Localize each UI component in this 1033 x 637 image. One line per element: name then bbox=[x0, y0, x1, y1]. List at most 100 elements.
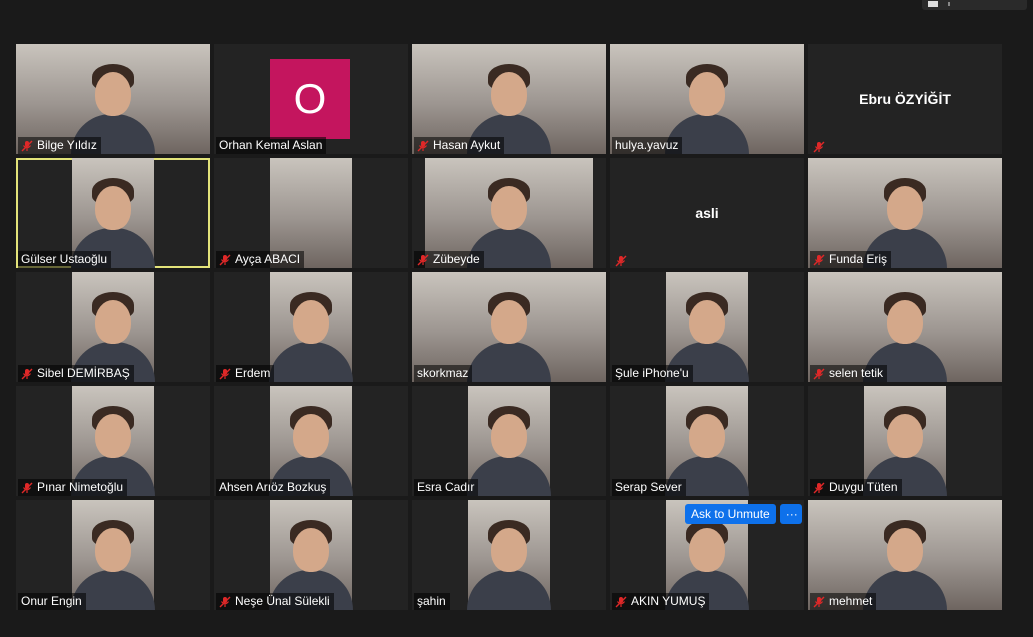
participant-tile[interactable]: Pınar Nimetoğlu bbox=[16, 386, 210, 496]
participant-tile[interactable]: selen tetik bbox=[808, 272, 1002, 382]
participant-name-label: mehmet bbox=[810, 593, 877, 610]
participant-tile[interactable]: Onur Engin bbox=[16, 500, 210, 610]
muted-microphone-icon bbox=[21, 140, 33, 152]
ask-to-unmute-button[interactable]: Ask to Unmute bbox=[685, 504, 776, 524]
participant-name: Sibel DEMİRBAŞ bbox=[37, 366, 130, 380]
person-head bbox=[689, 528, 725, 572]
participant-name-label: Esra Cadır bbox=[414, 479, 479, 496]
participant-name: Ayça ABACI bbox=[235, 252, 301, 266]
person-head bbox=[887, 186, 923, 230]
video-feed bbox=[467, 386, 551, 496]
participant-name-label: Bilge Yıldız bbox=[18, 137, 101, 154]
center-display-name: Ebru ÖZYİĞİT bbox=[859, 91, 951, 107]
participant-name: Funda Eriş bbox=[829, 252, 888, 266]
participant-name-label: Şule iPhone'u bbox=[612, 365, 693, 382]
participant-tile[interactable]: Duygu Tüten bbox=[808, 386, 1002, 496]
participant-name-label: selen tetik bbox=[810, 365, 888, 382]
participant-name-label: Orhan Kemal Aslan bbox=[216, 137, 327, 154]
participant-name: Erdem bbox=[235, 366, 271, 380]
participant-name: Serap Sever bbox=[615, 480, 682, 494]
divider bbox=[948, 2, 950, 6]
participant-tile[interactable]: Esra Cadır bbox=[412, 386, 606, 496]
participant-name: Esra Cadır bbox=[417, 480, 475, 494]
participant-tile[interactable]: Erdem bbox=[214, 272, 408, 382]
participant-name-label: Zübeyde bbox=[414, 251, 484, 268]
participant-tile[interactable]: Sibel DEMİRBAŞ bbox=[16, 272, 210, 382]
person-head bbox=[95, 528, 131, 572]
participant-tile[interactable]: mehmet bbox=[808, 500, 1002, 610]
participant-name-label: Serap Sever bbox=[612, 479, 686, 496]
top-toolbar-widget[interactable] bbox=[922, 0, 1027, 10]
participant-name: Gülser Ustaoğlu bbox=[21, 252, 108, 266]
person-head bbox=[491, 72, 527, 116]
participant-name-label: Ayça ABACI bbox=[216, 251, 305, 268]
muted-microphone-icon bbox=[219, 254, 231, 266]
window-icon bbox=[928, 1, 938, 7]
muted-microphone-icon bbox=[219, 596, 231, 608]
participant-name: Zübeyde bbox=[433, 252, 480, 266]
person-head bbox=[887, 528, 923, 572]
participant-tile[interactable]: Zübeyde bbox=[412, 158, 606, 268]
participant-name-label: Ahsen Arıöz Bozkuş bbox=[216, 479, 331, 496]
participant-name-label: Funda Eriş bbox=[810, 251, 892, 268]
participant-name-label: Neşe Ünal Sülekli bbox=[216, 593, 334, 610]
participant-name: Şule iPhone'u bbox=[615, 366, 689, 380]
participant-name: Pınar Nimetoğlu bbox=[37, 480, 124, 494]
video-feed bbox=[269, 272, 353, 382]
person-body bbox=[467, 342, 551, 382]
participant-tile[interactable]: Neşe Ünal Sülekli bbox=[214, 500, 408, 610]
participant-name: Neşe Ünal Sülekli bbox=[235, 594, 330, 608]
participant-name-label: şahin bbox=[414, 593, 450, 610]
participant-name: hulya.yavuz bbox=[615, 138, 679, 152]
participant-tile[interactable]: asli bbox=[610, 158, 804, 268]
participant-tile[interactable]: Bilge Yıldız bbox=[16, 44, 210, 154]
person-head bbox=[491, 414, 527, 458]
participant-tile[interactable]: Funda Eriş bbox=[808, 158, 1002, 268]
person-body bbox=[269, 342, 353, 382]
participant-tile[interactable]: Serap Sever bbox=[610, 386, 804, 496]
person-head bbox=[95, 300, 131, 344]
participant-name-label: Gülser Ustaoğlu bbox=[18, 251, 112, 268]
muted-microphone-icon bbox=[813, 482, 825, 494]
participant-name-label: Duygu Tüten bbox=[810, 479, 902, 496]
person-head bbox=[887, 300, 923, 344]
more-options-button[interactable]: ··· bbox=[779, 504, 802, 524]
participant-name: Ahsen Arıöz Bozkuş bbox=[219, 480, 327, 494]
muted-microphone-icon bbox=[813, 141, 825, 153]
participant-tile[interactable]: Gülser Ustaoğlu bbox=[16, 158, 210, 268]
person-head bbox=[95, 72, 131, 116]
participant-tile[interactable]: Ayça ABACI bbox=[214, 158, 408, 268]
person-head bbox=[689, 414, 725, 458]
muted-microphone-icon bbox=[813, 368, 825, 380]
participant-tile[interactable]: Şule iPhone'u bbox=[610, 272, 804, 382]
participant-tile[interactable]: O Orhan Kemal Aslan bbox=[214, 44, 408, 154]
center-display-name: asli bbox=[695, 205, 719, 221]
participant-name: Duygu Tüten bbox=[829, 480, 898, 494]
video-feed bbox=[467, 500, 551, 610]
participant-tile[interactable]: hulya.yavuz bbox=[610, 44, 804, 154]
participant-name: skorkmaz bbox=[417, 366, 469, 380]
participant-name: Orhan Kemal Aslan bbox=[219, 138, 323, 152]
participant-name-label: Erdem bbox=[216, 365, 275, 382]
participant-tile[interactable]: şahin bbox=[412, 500, 606, 610]
person-body bbox=[467, 456, 551, 496]
person-head bbox=[95, 414, 131, 458]
participant-name: mehmet bbox=[829, 594, 873, 608]
participant-name-label bbox=[810, 140, 833, 154]
person-head bbox=[887, 414, 923, 458]
muted-microphone-icon bbox=[417, 140, 429, 152]
participant-name-label: Sibel DEMİRBAŞ bbox=[18, 365, 134, 382]
muted-microphone-icon bbox=[21, 482, 33, 494]
person-head bbox=[95, 186, 131, 230]
participant-tile[interactable]: Hasan Aykut bbox=[412, 44, 606, 154]
participant-name-label bbox=[612, 254, 635, 268]
participant-name-label: Pınar Nimetoğlu bbox=[18, 479, 128, 496]
muted-microphone-icon bbox=[813, 254, 825, 266]
muted-microphone-icon bbox=[21, 368, 33, 380]
participant-name: Hasan Aykut bbox=[433, 138, 501, 152]
participant-tile[interactable]: Ebru ÖZYİĞİT bbox=[808, 44, 1002, 154]
participant-tile[interactable]: skorkmaz bbox=[412, 272, 606, 382]
person-head bbox=[293, 300, 329, 344]
participant-tile[interactable]: Ahsen Arıöz Bozkuş bbox=[214, 386, 408, 496]
participant-name-label: hulya.yavuz bbox=[612, 137, 683, 154]
